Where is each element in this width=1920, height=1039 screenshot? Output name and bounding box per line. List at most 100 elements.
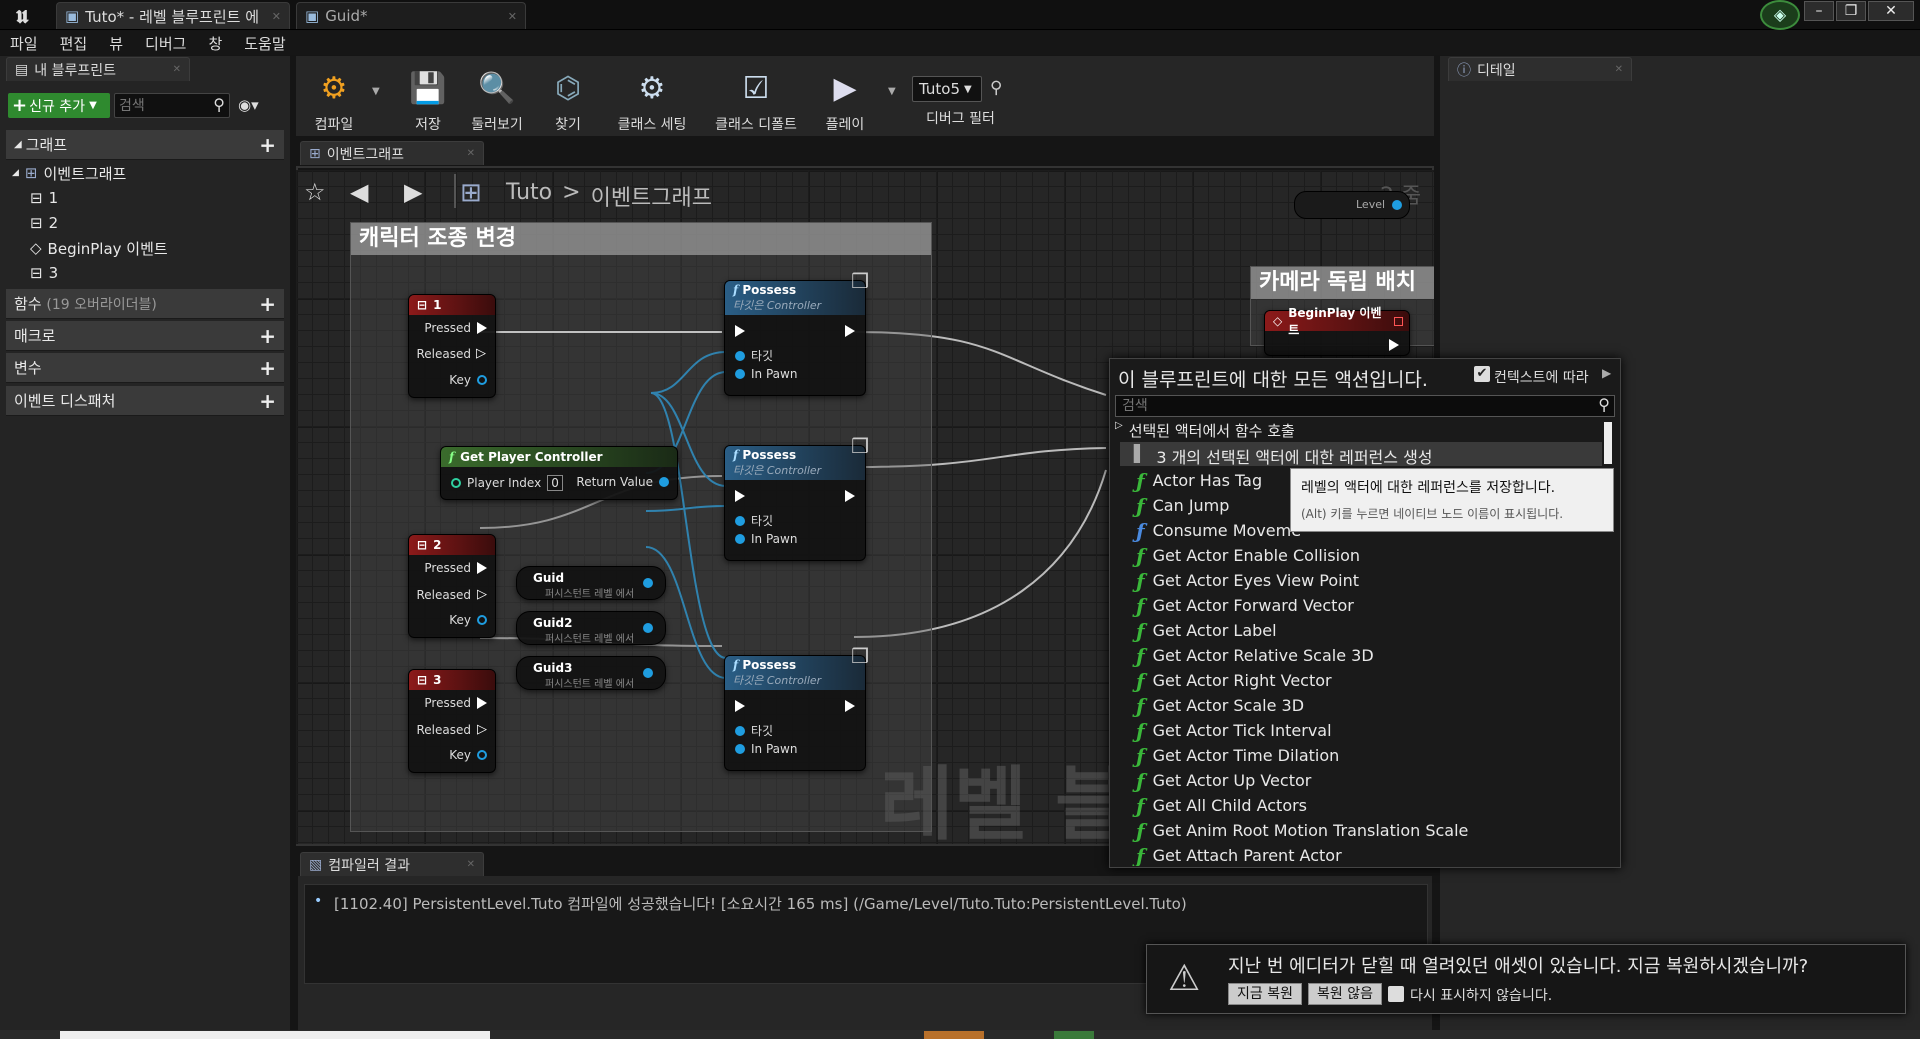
possess-node-2[interactable]: f Possess 타깃은 Controller ❒ 타깃 In Pawn [724, 434, 869, 561]
taskbar-item[interactable] [924, 1031, 984, 1039]
compiler-log-entry[interactable]: [1102.40] PersistentLevel.Tuto 컴파일에 성공했습… [334, 893, 1187, 914]
pressed-exec-pin[interactable] [477, 697, 487, 709]
action-item[interactable]: ƒ Get Attach Parent Actor [1136, 843, 1342, 867]
menu-edit[interactable]: 편집 [60, 33, 88, 54]
exec-in-pin[interactable] [735, 700, 745, 712]
tree-item-3[interactable]: ⊟ 3 [30, 261, 58, 285]
action-item[interactable]: ƒ Get Actor Right Vector [1136, 668, 1332, 693]
menu-window[interactable]: 창 [208, 33, 222, 54]
category-macros[interactable]: 매크로 + [6, 321, 284, 351]
search-icon[interactable]: ⚲ [990, 78, 1002, 98]
guid2-out-pin[interactable] [643, 623, 653, 633]
close-icon[interactable]: ✕ [467, 859, 475, 870]
key-event-node-1[interactable]: ⊟ 1 Pressed Released ▷ Key [408, 294, 496, 398]
add-function-plus-icon[interactable]: + [259, 292, 276, 316]
beginplay-node[interactable]: ◇ BeginPlay 이벤트 [1264, 306, 1410, 356]
action-item[interactable]: ƒ Get Actor Scale 3D [1136, 693, 1304, 718]
level-pin[interactable] [1392, 200, 1402, 210]
released-exec-pin[interactable]: ▷ [476, 346, 487, 361]
close-icon[interactable]: ✕ [508, 10, 517, 23]
scrollbar-thumb[interactable] [1604, 422, 1612, 464]
exec-in-pin[interactable] [735, 325, 745, 337]
chevron-down-icon[interactable]: ▼ [888, 86, 896, 97]
exec-out-pin[interactable] [1389, 339, 1399, 351]
menu-debug[interactable]: 디버그 [145, 33, 186, 54]
add-variable-plus-icon[interactable]: + [259, 356, 276, 380]
action-search-input[interactable] [1116, 396, 1586, 416]
action-item[interactable]: ƒ Get Actor Label [1136, 618, 1277, 643]
debug-object-select[interactable]: Tuto5 ▼ [912, 76, 982, 102]
action-item[interactable]: ƒ Consume Moveme [1136, 518, 1301, 543]
chevron-down-icon[interactable]: ▼ [372, 86, 380, 97]
back-arrow-icon[interactable]: ◀ [350, 178, 368, 206]
action-item[interactable]: ƒ Get Anim Root Motion Translation Scale [1136, 818, 1468, 843]
source-control-icon[interactable]: ◈ [1760, 0, 1800, 30]
guid2-variable-node[interactable]: Guid2 퍼시스턴트 레벨 에서 [516, 611, 666, 645]
save-button[interactable]: 💾 저장 [400, 60, 456, 134]
minimize-button[interactable]: – [1804, 1, 1834, 21]
close-icon[interactable]: ✕ [467, 148, 475, 159]
possess-node-1[interactable]: f Possess 타깃은 Controller ❒ 타깃 In Pawn [724, 269, 869, 396]
released-exec-pin[interactable]: ▷ [477, 587, 487, 602]
player-index-value[interactable]: 0 [547, 475, 563, 491]
action-item[interactable]: ƒ Get All Child Actors [1136, 793, 1307, 818]
restore-now-button[interactable]: 지금 복원 [1228, 983, 1302, 1005]
close-window-button[interactable]: ✕ [1868, 1, 1914, 21]
close-icon[interactable]: ✕ [272, 10, 281, 23]
key-struct-pin[interactable] [477, 615, 487, 625]
dont-restore-button[interactable]: 복원 않음 [1308, 983, 1382, 1005]
action-item[interactable]: ƒ Get Actor Enable Collision [1136, 543, 1360, 568]
released-exec-pin[interactable]: ▷ [477, 722, 487, 737]
find-button[interactable]: ⌬ 찾기 [540, 60, 596, 134]
dont-show-again-checkbox[interactable] [1388, 986, 1404, 1002]
taskbar-item[interactable] [60, 1031, 490, 1039]
breadcrumb-leaf[interactable]: 이벤트그래프 [591, 180, 712, 212]
comment-title[interactable]: 카메라 독립 배치 [1251, 267, 1434, 299]
maximize-button[interactable]: ❐ [1836, 1, 1866, 21]
possess-node-3[interactable]: f Possess 타깃은 Controller ❒ 타깃 In Pawn [724, 644, 869, 771]
in-pawn-pin[interactable] [735, 369, 745, 379]
action-category[interactable]: ▷ 선택된 액터에서 함수 호출 [1115, 420, 1295, 441]
browse-button[interactable]: 🔍 둘러보기 [462, 60, 532, 134]
unreal-logo-icon[interactable]: 𝖚 [6, 2, 38, 28]
comment-title[interactable]: 캐릭터 조종 변경 [351, 223, 931, 255]
exec-out-pin[interactable] [845, 490, 855, 502]
action-item[interactable]: ƒ Get Actor Eyes View Point [1136, 568, 1359, 593]
pressed-exec-pin[interactable] [477, 322, 487, 334]
add-new-button[interactable]: + 신규 추가 ▼ [8, 93, 110, 118]
tree-event-graph[interactable]: ◢ ⊞ 이벤트그래프 [12, 161, 126, 185]
tree-item-1[interactable]: ⊟ 1 [30, 186, 58, 210]
action-item[interactable]: ƒ Can Jump [1136, 493, 1229, 518]
tab-details[interactable]: ⓘ 디테일 ✕ [1448, 57, 1632, 81]
tree-item-2[interactable]: ⊟ 2 [30, 211, 58, 235]
return-value-pin[interactable] [659, 477, 669, 487]
guid3-variable-node[interactable]: Guid3 퍼시스턴트 레벨 에서 [516, 656, 666, 690]
menu-file[interactable]: 파일 [10, 33, 38, 54]
exec-out-pin[interactable] [845, 700, 855, 712]
close-icon[interactable]: ✕ [173, 64, 181, 75]
tab-my-blueprint[interactable]: ▤ 내 블루프린트 ✕ [6, 57, 190, 81]
tab-event-graph[interactable]: ⊞ 이벤트그래프 ✕ [300, 141, 484, 165]
get-player-controller-node[interactable]: f Get Player Controller Player Index 0 Ret… [440, 446, 678, 500]
tab-guid[interactable]: ▣ Guid* ✕ [296, 2, 526, 29]
category-variables[interactable]: 변수 + [6, 353, 284, 383]
key-struct-pin[interactable] [477, 375, 487, 385]
category-event-dispatchers[interactable]: 이벤트 디스패처 + [6, 386, 284, 416]
exec-out-pin[interactable] [845, 325, 855, 337]
forward-arrow-icon[interactable]: ▶ [404, 178, 422, 206]
category-graphs[interactable]: ◢ 그래프 + [6, 130, 284, 160]
guid-variable-node[interactable]: Guid 퍼시스턴트 레벨 에서 [516, 566, 666, 600]
key-event-node-3[interactable]: ⊟ 3 Pressed Released ▷ Key [408, 669, 496, 773]
target-pin[interactable] [735, 725, 745, 736]
delegate-pin-icon[interactable] [1394, 316, 1403, 326]
in-pawn-pin[interactable] [735, 534, 745, 544]
breadcrumb-root[interactable]: Tuto [506, 180, 552, 212]
taskbar-item[interactable] [1054, 1031, 1094, 1039]
pressed-exec-pin[interactable] [477, 562, 487, 574]
guid3-out-pin[interactable] [643, 668, 653, 678]
blueprint-search-input[interactable] [115, 94, 207, 117]
target-pin[interactable] [735, 515, 745, 526]
play-button[interactable]: ▶ 플레이 [814, 60, 876, 134]
tab-compiler-results[interactable]: ▧ 컴파일러 결과 ✕ [300, 852, 484, 876]
action-item[interactable]: ƒ Actor Has Tag [1136, 468, 1262, 493]
